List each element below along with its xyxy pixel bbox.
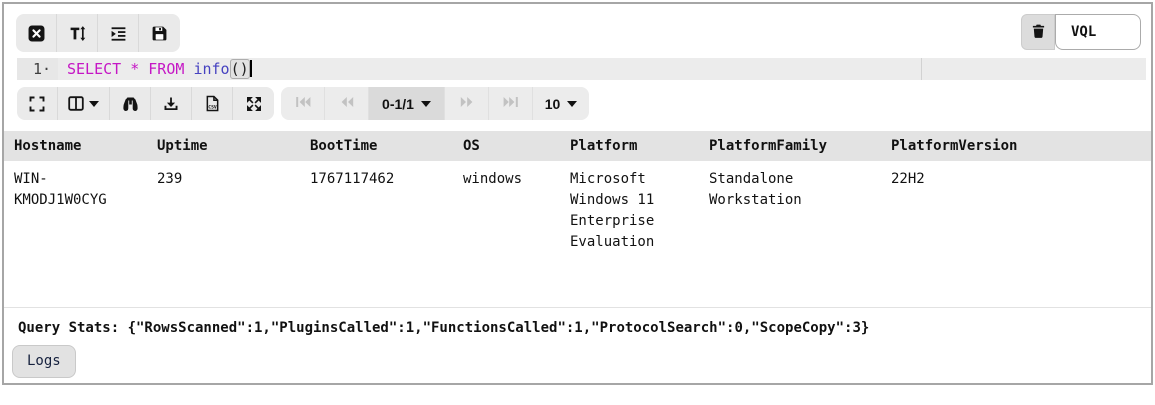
- last-page-button[interactable]: [489, 87, 533, 120]
- skip-start-icon: [294, 95, 312, 112]
- column-header[interactable]: PlatformVersion: [881, 131, 1151, 161]
- editor-gutter: 1·: [17, 58, 58, 80]
- double-right-icon: [459, 95, 475, 112]
- query-stats: Query Stats: {"RowsScanned":1,"PluginsCa…: [18, 320, 870, 336]
- close-cell-button[interactable]: [16, 14, 57, 52]
- column-header[interactable]: OS: [453, 131, 560, 161]
- editor-code-line[interactable]: SELECT * FROM info(): [58, 58, 1146, 80]
- column-header[interactable]: Uptime: [147, 131, 300, 161]
- export-csv-button[interactable]: CSV: [192, 87, 233, 120]
- text-size-button[interactable]: [57, 14, 98, 52]
- table-cell: WIN-KMODJ1W0CYG: [14, 171, 107, 208]
- sql-keywords: SELECT * FROM: [67, 60, 194, 78]
- file-csv-icon: CSV: [205, 95, 220, 112]
- svg-text:CSV: CSV: [208, 104, 217, 110]
- table-tools-group: CSV: [17, 87, 274, 120]
- table-body: WIN-KMODJ1W0CYG 239 1767117462 windows Micro…: [4, 161, 1151, 253]
- table-cell: 239: [157, 171, 183, 187]
- arrows-expand-icon: [246, 96, 262, 112]
- results-toolbar: CSV 0-1/1 10: [17, 87, 1151, 120]
- page-size-label: 10: [544, 95, 561, 112]
- cell-type-controls: VQL: [1021, 14, 1141, 50]
- column-header[interactable]: Platform: [560, 131, 699, 161]
- function-name: info: [193, 60, 230, 78]
- caret-down-icon: [89, 100, 99, 107]
- table-header: Hostname Uptime BootTime OS Platform Platform…: [4, 131, 1151, 161]
- save-button[interactable]: [139, 14, 180, 52]
- results-table-area: Hostname Uptime BootTime OS Platform Platform…: [4, 131, 1151, 308]
- print-margin-line: [921, 58, 922, 80]
- table-cell: 1767117462: [310, 171, 395, 187]
- table-cell: Standalone Workstation: [709, 171, 802, 208]
- caret-down-icon: [567, 100, 578, 107]
- download-button[interactable]: [151, 87, 192, 120]
- next-page-button[interactable]: [445, 87, 489, 120]
- previous-page-button[interactable]: [325, 87, 369, 120]
- skip-end-icon: [502, 95, 520, 112]
- download-icon: [163, 96, 179, 112]
- save-icon: [151, 25, 168, 42]
- table-row: WIN-KMODJ1W0CYG 239 1767117462 windows Micro…: [4, 161, 1151, 253]
- page-range-label: 0-1/1: [382, 95, 414, 112]
- reformat-button[interactable]: [98, 14, 139, 52]
- header-row: Hostname Uptime BootTime OS Platform Platform…: [4, 131, 1151, 161]
- matched-parens: (): [229, 59, 250, 79]
- expand-table-button[interactable]: [233, 87, 274, 120]
- double-left-icon: [339, 95, 355, 112]
- cell-toolbar: VQL: [4, 4, 1151, 52]
- cell-type-value: VQL: [1071, 24, 1097, 40]
- fullscreen-icon: [29, 96, 45, 112]
- column-header[interactable]: Hostname: [4, 131, 147, 161]
- columns-icon: [68, 96, 99, 111]
- delete-cell-button[interactable]: [1021, 14, 1055, 50]
- caret-down-icon: [420, 100, 431, 107]
- cell-edit-button-group: [16, 14, 180, 52]
- column-header[interactable]: PlatformFamily: [699, 131, 881, 161]
- close-icon: [28, 25, 45, 42]
- columns-button[interactable]: [58, 87, 110, 120]
- trash-icon: [1031, 23, 1046, 42]
- search-button[interactable]: [110, 87, 151, 120]
- page-size-dropdown[interactable]: 10: [533, 87, 589, 120]
- text-cursor: [249, 60, 252, 77]
- vql-editor[interactable]: 1· SELECT * FROM info(): [17, 58, 1146, 80]
- fullscreen-button[interactable]: [17, 87, 58, 120]
- text-height-icon: [69, 25, 86, 42]
- column-header[interactable]: BootTime: [300, 131, 453, 161]
- page-range-dropdown[interactable]: 0-1/1: [369, 87, 445, 120]
- table-cell: 22H2: [891, 171, 925, 187]
- table-cell: windows: [463, 171, 523, 187]
- indent-icon: [110, 25, 127, 42]
- notebook-cell-panel: VQL 1· SELECT * FROM info() CSV 0-1/1 10…: [2, 2, 1153, 385]
- results-table: Hostname Uptime BootTime OS Platform Platform…: [4, 131, 1151, 253]
- first-page-button[interactable]: [281, 87, 325, 120]
- binoculars-icon: [122, 96, 139, 112]
- table-cell: Microsoft Windows 11 Enterprise Evaluati…: [570, 171, 655, 250]
- pagination-group: 0-1/1 10: [281, 87, 589, 120]
- cell-type-select[interactable]: VQL: [1055, 14, 1141, 50]
- logs-button[interactable]: Logs: [12, 345, 76, 378]
